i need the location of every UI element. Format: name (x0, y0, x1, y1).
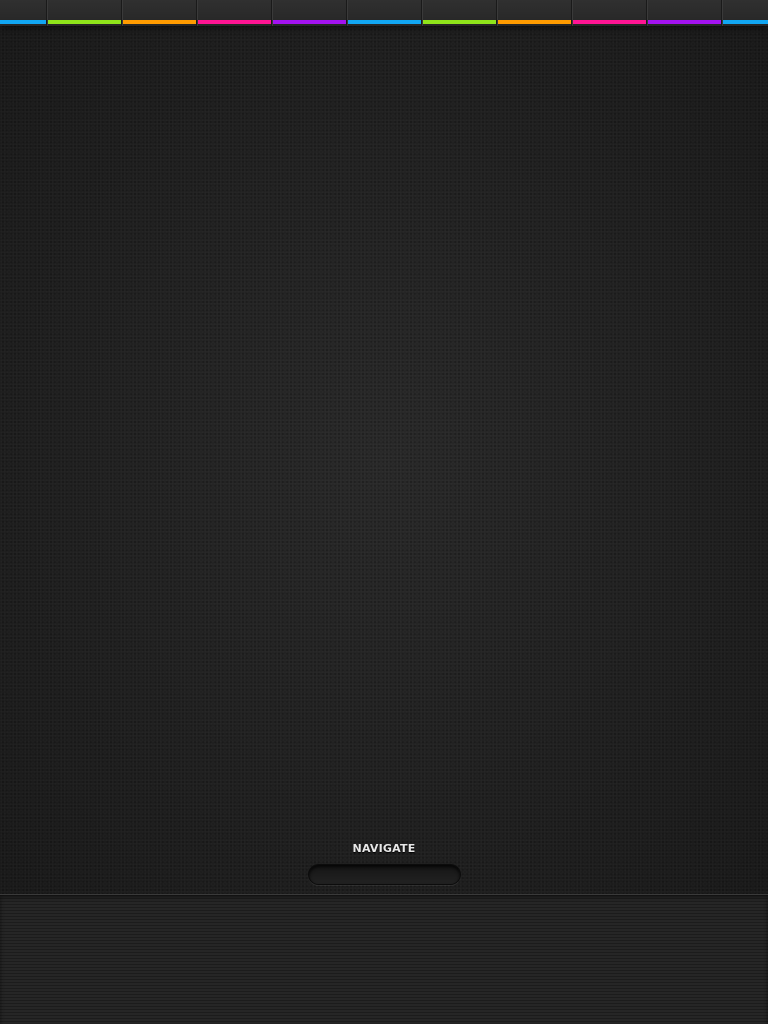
app-window: NAVIGATE (0, 0, 768, 1024)
color-tab-8[interactable] (497, 0, 572, 26)
color-tab-4[interactable] (197, 0, 272, 26)
color-tab-11[interactable] (722, 0, 768, 26)
color-tab-stripe (273, 20, 346, 24)
color-tab-stripe (723, 20, 768, 24)
color-tab-1[interactable] (0, 0, 47, 26)
color-tab-stripe (648, 20, 721, 24)
main-content-area: NAVIGATE (0, 26, 768, 894)
color-tab-stripe (573, 20, 646, 24)
color-tab-stripe (498, 20, 571, 24)
color-tab-10[interactable] (647, 0, 722, 26)
color-tab-stripe (423, 20, 496, 24)
color-tab-stripe (198, 20, 271, 24)
color-tab-9[interactable] (572, 0, 647, 26)
navigate-slider[interactable] (308, 864, 461, 885)
color-tab-7[interactable] (422, 0, 497, 26)
color-tab-6[interactable] (347, 0, 422, 26)
color-tab-stripe (0, 20, 46, 24)
navigate-label: NAVIGATE (352, 842, 416, 855)
color-tab-stripe (348, 20, 421, 24)
color-tab-stripe (123, 20, 196, 24)
color-tab-bar (0, 0, 768, 26)
color-tab-2[interactable] (47, 0, 122, 26)
bottom-panel (0, 894, 768, 1024)
color-tab-3[interactable] (122, 0, 197, 26)
color-tab-5[interactable] (272, 0, 347, 26)
color-tab-stripe (48, 20, 121, 24)
